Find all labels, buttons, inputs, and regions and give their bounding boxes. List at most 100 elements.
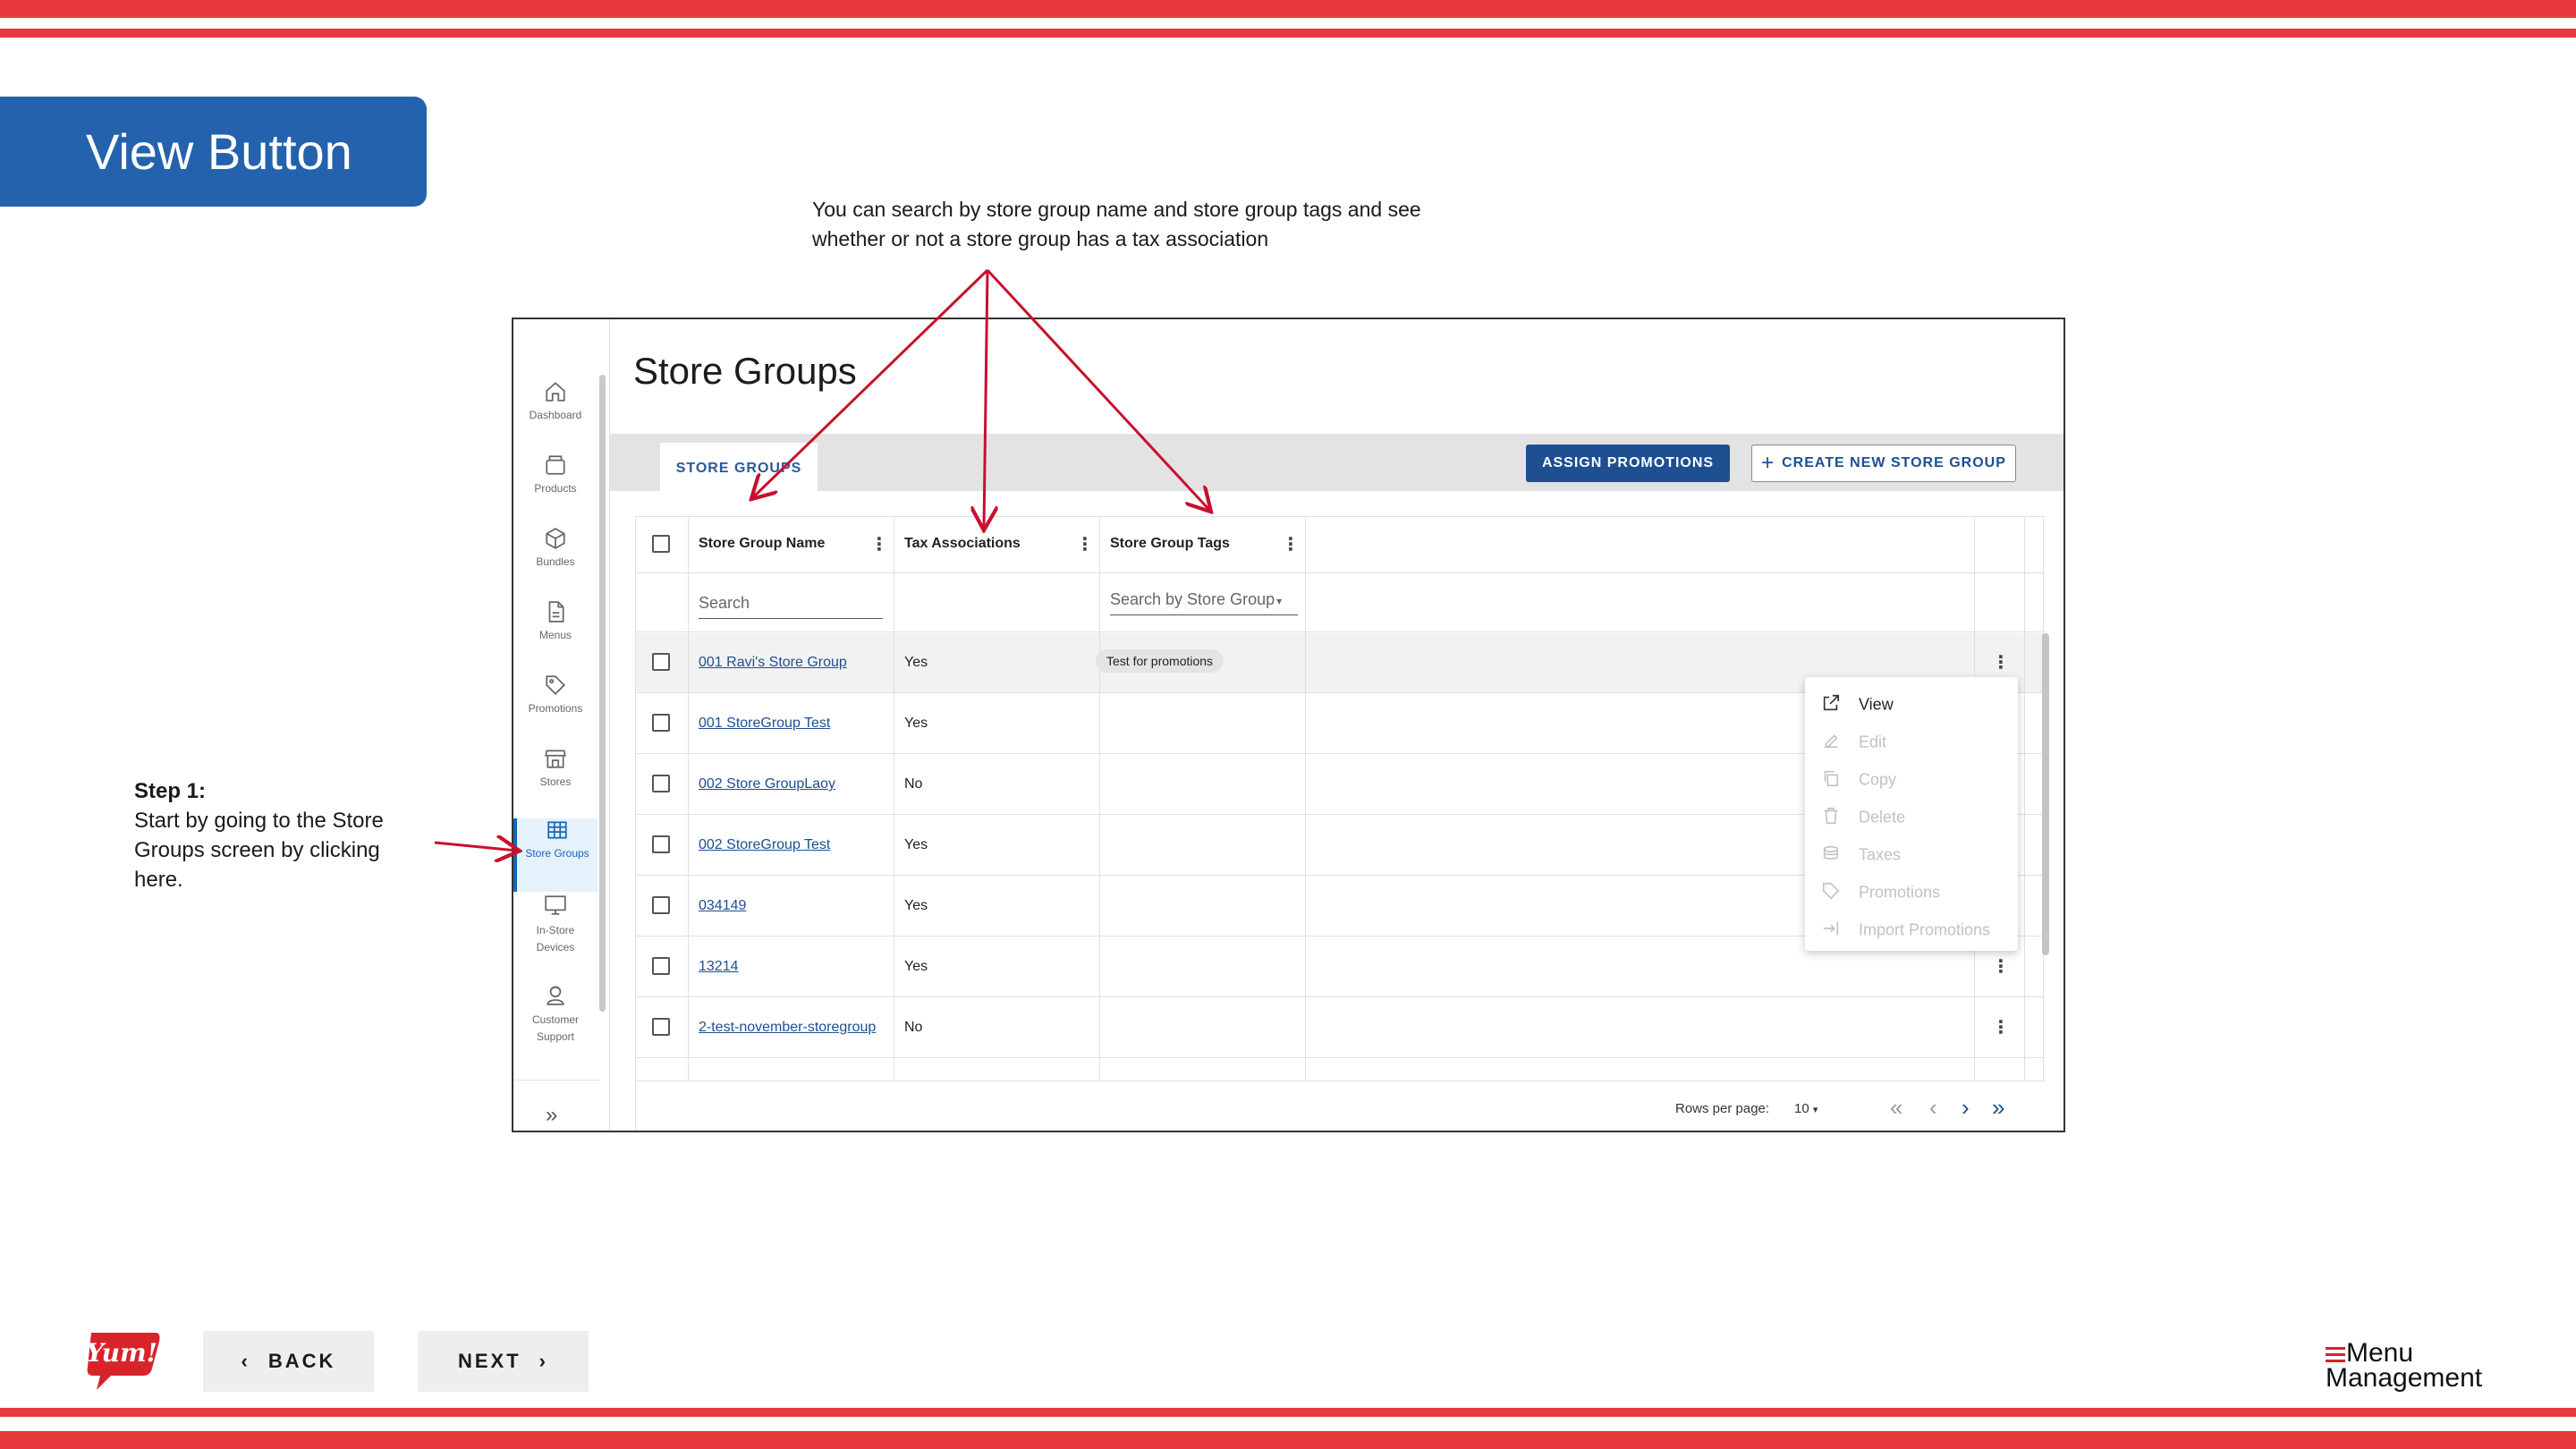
logo-text-line2: Management (2326, 1363, 2483, 1393)
yum-logo-text: Yum! (86, 1338, 157, 1368)
sidebar-item-label: In-Store (536, 924, 575, 936)
chevron-right-icon: › (538, 1350, 548, 1372)
tab-store-groups[interactable]: STORE GROUPS (660, 443, 818, 491)
grid-icon (547, 821, 567, 839)
first-page-icon[interactable]: « (1890, 1094, 1902, 1122)
row-checkbox[interactable] (652, 957, 670, 975)
column-menu-icon[interactable]: ⋮ (870, 533, 888, 555)
sidebar-item-label: Promotions (528, 702, 583, 715)
create-store-group-button[interactable]: + CREATE NEW STORE GROUP (1751, 445, 2016, 482)
row-actions-icon[interactable]: ⋮ (1992, 1016, 2010, 1038)
trash-icon (1821, 806, 1843, 830)
monitor-icon (545, 895, 566, 915)
dropdown-arrow-icon: ▾ (1812, 1105, 1818, 1115)
menu-item-copy: Copy (1821, 768, 1896, 795)
next-label: NEXT (457, 1350, 521, 1372)
slide-title: View Button (0, 97, 427, 207)
main-content: Store Groups STORE GROUPS ASSIGN PROMOTI… (610, 319, 2063, 1131)
plus-icon: + (1761, 451, 1775, 475)
sidebar-item-label: Customer (531, 1013, 579, 1026)
column-header-tax[interactable]: Tax Associations (904, 536, 1021, 552)
previous-page-icon[interactable]: ‹ (1929, 1094, 1937, 1122)
row-checkbox[interactable] (652, 653, 670, 671)
sidebar: Dashboard Products Bundles Menus Promoti… (513, 319, 610, 1131)
store-group-link[interactable]: 002 Store GroupLaoy (699, 776, 835, 792)
tax-value: Yes (904, 898, 928, 913)
copy-icon (1821, 768, 1843, 792)
sidebar-item-label: Devices (536, 941, 575, 953)
assign-promotions-button[interactable]: ASSIGN PROMOTIONS (1526, 445, 1730, 482)
arrow-to-store-groups-nav (434, 843, 517, 851)
store-group-link[interactable]: 13214 (699, 959, 739, 975)
menu-item-label: Edit (1859, 733, 1887, 751)
sidebar-item-label: Stores (539, 775, 572, 788)
sidebar-item-bundles[interactable]: Bundles (513, 527, 597, 600)
back-button[interactable]: ‹ BACK (203, 1331, 374, 1392)
coins-icon (1821, 843, 1843, 868)
store-group-link[interactable]: 2-test-november-storegroup (699, 1020, 876, 1036)
top-stripe-thick (0, 0, 2576, 18)
dropdown-arrow-icon: ▾ (1276, 595, 1283, 607)
sidebar-item-products[interactable]: Products (513, 453, 597, 527)
next-button[interactable]: NEXT › (418, 1331, 589, 1392)
next-page-icon[interactable]: › (1962, 1094, 1970, 1122)
tag-search-select[interactable]: Search by Store Group ▾ (1110, 585, 1298, 615)
sidebar-item-stores[interactable]: Stores (513, 747, 597, 820)
select-all-checkbox[interactable] (652, 535, 670, 553)
menu-item-label: Delete (1859, 808, 1906, 826)
app-window: Dashboard Products Bundles Menus Promoti… (512, 318, 2065, 1132)
document-icon (548, 601, 564, 623)
row-divider (636, 572, 2045, 573)
sidebar-scrollbar[interactable] (599, 375, 606, 1012)
sidebar-item-dashboard[interactable]: Dashboard (513, 380, 597, 453)
row-actions-icon[interactable]: ⋮ (1992, 955, 2010, 978)
name-search-input[interactable]: Search (699, 589, 883, 619)
sidebar-item-label: Dashboard (529, 409, 582, 421)
column-header-tags[interactable]: Store Group Tags (1110, 536, 1230, 552)
step-body: Start by going to the Store Groups scree… (134, 809, 384, 892)
sidebar-item-store-groups[interactable]: Store Groups (513, 818, 597, 892)
sidebar-item-menus[interactable]: Menus (513, 600, 597, 674)
step-instructions: Step 1: Start by going to the Store Grou… (134, 776, 420, 894)
double-chevron-right-icon[interactable]: » (546, 1103, 557, 1128)
sidebar-item-promotions[interactable]: Promotions (513, 674, 597, 747)
row-checkbox[interactable] (652, 714, 670, 732)
row-checkbox[interactable] (652, 775, 670, 792)
store-group-link[interactable]: 002 StoreGroup Test (699, 837, 830, 853)
row-actions-menu: View Edit Copy Delete Taxes Promotions I… (1805, 677, 2018, 951)
top-stripe-thin (0, 29, 2576, 38)
table-scrollbar[interactable] (2042, 633, 2049, 955)
column-header-name[interactable]: Store Group Name (699, 536, 825, 552)
row-divider (636, 1057, 2045, 1058)
create-store-group-label: CREATE NEW STORE GROUP (1782, 455, 2006, 470)
rows-per-page-label: Rows per page: (1675, 1101, 1770, 1116)
tag-icon (1821, 881, 1843, 905)
import-icon (1821, 919, 1843, 943)
store-group-link[interactable]: 001 Ravi's Store Group (699, 655, 847, 671)
column-menu-icon[interactable]: ⋮ (1282, 533, 1300, 555)
sidebar-item-label: Support (536, 1030, 575, 1043)
sidebar-item-in-store-devices[interactable]: In-Store Devices (513, 894, 597, 979)
menu-item-view[interactable]: View (1821, 693, 1894, 720)
sidebar-item-label: Products (534, 482, 577, 495)
store-group-link[interactable]: 001 StoreGroup Test (699, 716, 830, 732)
row-checkbox[interactable] (652, 896, 670, 914)
tax-value: Yes (904, 837, 928, 852)
last-page-icon[interactable]: » (1992, 1094, 2004, 1122)
tag-search-placeholder: Search by Store Group (1110, 590, 1275, 608)
row-checkbox[interactable] (652, 835, 670, 853)
row-actions-icon[interactable]: ⋮ (1992, 651, 2010, 674)
storefront-icon (545, 750, 566, 768)
sidebar-item-customer-support[interactable]: Customer Support (513, 983, 597, 1069)
store-group-link[interactable]: 034149 (699, 898, 746, 914)
pagination-bar: Rows per page: 10 ▾ « ‹ › » (636, 1080, 2045, 1131)
column-menu-icon[interactable]: ⋮ (1076, 533, 1094, 555)
rows-per-page-value: 10 (1794, 1101, 1809, 1116)
menu-item-label: Taxes (1859, 845, 1902, 864)
tax-value: Yes (904, 655, 928, 670)
row-checkbox[interactable] (652, 1018, 670, 1036)
tax-value: No (904, 776, 923, 792)
menu-item-label: Promotions (1859, 883, 1941, 902)
rows-per-page-select[interactable]: 10 ▾ (1794, 1101, 1818, 1116)
sidebar-item-label: Bundles (536, 555, 575, 568)
